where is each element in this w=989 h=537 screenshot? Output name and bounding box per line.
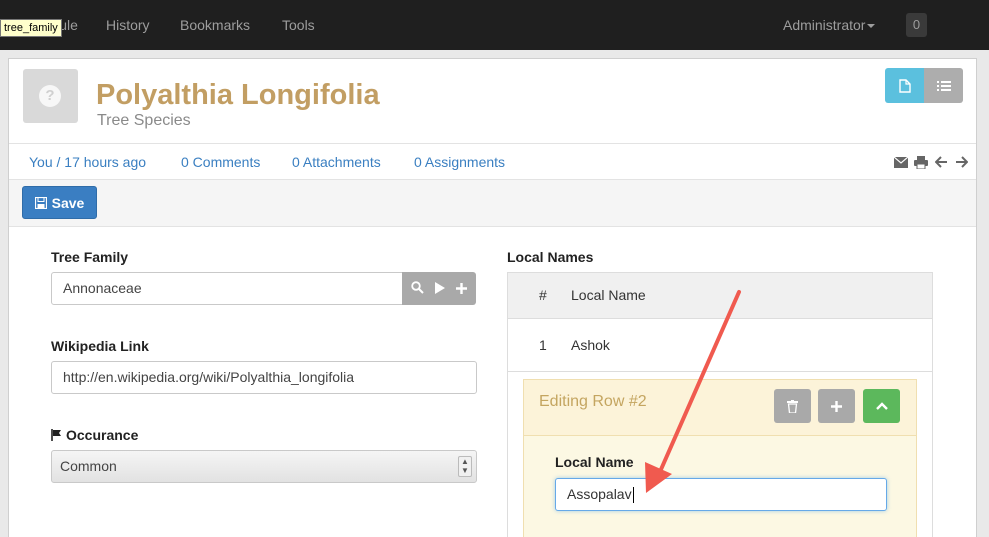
form-toolbar: Save xyxy=(9,180,976,227)
user-menu[interactable]: Administrator xyxy=(783,17,876,33)
assignments-link[interactable]: 0 Assignments xyxy=(414,154,505,170)
column-header-local-name: Local Name xyxy=(571,287,646,303)
add-row-button[interactable] xyxy=(818,389,855,423)
attachments-link[interactable]: 0 Attachments xyxy=(292,154,381,170)
tree-family-input[interactable]: Annonaceae xyxy=(51,272,403,305)
list-icon xyxy=(936,80,951,91)
nav-tools[interactable]: Tools xyxy=(282,17,315,33)
editing-row-panel: Editing Row #2 Local Name Assopalav xyxy=(523,379,917,537)
occurance-label: Occurance xyxy=(51,427,138,443)
row-local-name: Ashok xyxy=(571,337,610,353)
plus-icon xyxy=(831,400,842,412)
trash-icon xyxy=(787,399,798,413)
notification-badge[interactable]: 0 xyxy=(906,13,927,37)
top-navbar: Module History Bookmarks Tools tree_fami… xyxy=(0,0,989,50)
table-row[interactable]: 1 Ashok xyxy=(508,319,932,372)
column-header-number: # xyxy=(539,287,547,303)
field-tooltip: tree_family xyxy=(0,19,62,37)
chevron-up-icon xyxy=(875,402,888,410)
nav-bookmarks[interactable]: Bookmarks xyxy=(180,17,250,33)
local-names-grid: # Local Name 1 Ashok Editing Row #2 Loca… xyxy=(507,272,933,537)
row-number: 1 xyxy=(539,337,547,353)
collapse-row-button[interactable] xyxy=(863,389,900,423)
form-view-button[interactable] xyxy=(885,68,924,103)
select-stepper-icon: ▲ ▼ xyxy=(458,456,472,477)
page-title: Polyalthia Longifolia xyxy=(96,79,380,111)
envelope-icon[interactable] xyxy=(894,155,908,169)
document-icon xyxy=(898,78,911,93)
local-name-input[interactable]: Assopalav xyxy=(555,478,887,511)
caret-down-icon xyxy=(867,24,876,29)
owner-time-link[interactable]: You / 17 hours ago xyxy=(29,154,146,170)
grid-header: # Local Name xyxy=(508,273,932,319)
print-icon[interactable] xyxy=(914,155,928,169)
question-icon: ? xyxy=(39,85,61,107)
page-subtitle: Tree Species xyxy=(97,112,191,129)
delete-row-button[interactable] xyxy=(774,389,811,423)
save-button[interactable]: Save xyxy=(22,186,97,219)
view-toggle xyxy=(885,68,963,103)
record-actions xyxy=(894,155,968,169)
wikipedia-label: Wikipedia Link xyxy=(51,338,149,354)
list-view-button[interactable] xyxy=(924,68,963,103)
search-icon[interactable] xyxy=(411,280,424,297)
flag-icon xyxy=(51,429,61,441)
arrow-left-icon[interactable] xyxy=(934,155,948,169)
user-menu-label: Administrator xyxy=(783,17,866,33)
editing-row-title: Editing Row #2 xyxy=(539,393,647,410)
occurance-select[interactable]: Common ▲ ▼ xyxy=(51,450,477,483)
local-name-input-value: Assopalav xyxy=(567,486,632,502)
editing-row-header: Editing Row #2 xyxy=(524,380,916,436)
play-icon[interactable] xyxy=(434,281,446,297)
occurance-selected-value: Common xyxy=(60,458,117,474)
floppy-disk-icon xyxy=(34,196,47,209)
save-button-label: Save xyxy=(51,194,85,211)
comments-link[interactable]: 0 Comments xyxy=(181,154,260,170)
local-names-label: Local Names xyxy=(507,249,594,265)
tree-family-lookup xyxy=(402,272,476,305)
text-cursor xyxy=(632,487,634,504)
record-meta-bar: You / 17 hours ago 0 Comments 0 Attachme… xyxy=(9,143,976,180)
wikipedia-input[interactable]: http://en.wikipedia.org/wiki/Polyalthia_… xyxy=(51,361,477,394)
tree-family-label: Tree Family xyxy=(51,249,129,265)
occurance-label-text: Occurance xyxy=(66,427,139,443)
arrow-right-icon[interactable] xyxy=(954,155,968,169)
plus-icon[interactable] xyxy=(455,281,467,297)
local-name-field-label: Local Name xyxy=(555,454,634,470)
record-avatar: ? xyxy=(23,69,78,123)
nav-history[interactable]: History xyxy=(106,17,150,33)
